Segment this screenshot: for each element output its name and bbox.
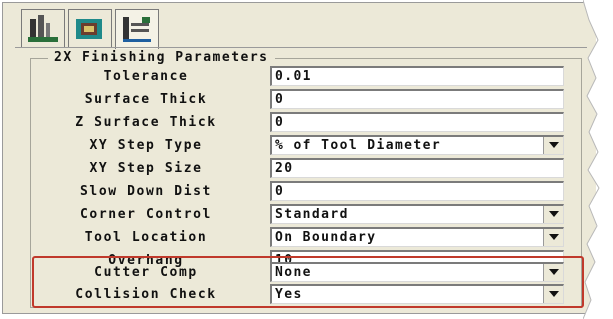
- xy-step-type-select[interactable]: % of Tool Diameter: [270, 135, 564, 155]
- torn-edge: [583, 0, 613, 319]
- param-row-tolerance: Tolerance 0.01: [30, 66, 582, 87]
- select-value: Standard: [275, 207, 349, 222]
- param-label: Slow Down Dist: [80, 184, 212, 199]
- cutter-comp-select[interactable]: None: [270, 262, 564, 282]
- param-row-corner-control: Corner Control Standard: [30, 204, 582, 225]
- dropdown-button[interactable]: [543, 229, 563, 246]
- select-value: Yes: [275, 287, 303, 302]
- xy-step-size-input[interactable]: 20: [270, 158, 564, 178]
- tab-tool[interactable]: [21, 9, 65, 47]
- tool-location-select[interactable]: On Boundary: [270, 227, 564, 247]
- dropdown-button[interactable]: [543, 206, 563, 223]
- select-value: On Boundary: [275, 230, 377, 245]
- param-row-collision-check: Collision Check Yes: [30, 284, 582, 305]
- group-title: 2X Finishing Parameters: [48, 50, 275, 65]
- tab-strip: [21, 9, 162, 49]
- param-row-tool-location: Tool Location On Boundary: [30, 227, 582, 248]
- param-row-xy-step-type: XY Step Type % of Tool Diameter: [30, 135, 582, 156]
- surface-thick-input[interactable]: 0: [270, 89, 564, 109]
- param-label: Surface Thick: [84, 92, 208, 107]
- tolerance-input[interactable]: 0.01: [270, 66, 564, 86]
- tab-part[interactable]: [68, 9, 112, 47]
- chevron-down-icon: [549, 142, 559, 148]
- dropdown-button[interactable]: [543, 137, 563, 154]
- select-value: None: [275, 265, 312, 280]
- slow-down-dist-input[interactable]: 0: [270, 181, 564, 201]
- chevron-down-icon: [549, 291, 559, 297]
- select-value: % of Tool Diameter: [275, 138, 442, 153]
- chevron-down-icon: [549, 269, 559, 275]
- param-label: Collision Check: [75, 287, 217, 302]
- tab-divider: [15, 47, 587, 48]
- param-row-slow-down-dist: Slow Down Dist 0: [30, 181, 582, 202]
- param-label: Cutter Comp: [94, 265, 198, 280]
- param-row-surface-thick: Surface Thick 0: [30, 89, 582, 110]
- mill-tool-icon: [28, 15, 58, 42]
- param-label: XY Step Type: [89, 138, 203, 153]
- z-surface-thick-input[interactable]: 0: [270, 112, 564, 132]
- tab-parameters[interactable]: [115, 9, 159, 49]
- chevron-down-icon: [549, 234, 559, 240]
- param-label: Tool Location: [84, 230, 208, 245]
- corner-control-select[interactable]: Standard: [270, 204, 564, 224]
- chevron-down-icon: [549, 211, 559, 217]
- param-row-cutter-comp: Cutter Comp None: [30, 262, 582, 283]
- dropdown-button[interactable]: [543, 264, 563, 281]
- param-label: XY Step Size: [89, 161, 203, 176]
- part-view-icon: [76, 19, 102, 39]
- collision-check-select[interactable]: Yes: [270, 284, 564, 304]
- parameters-icon: [123, 17, 151, 42]
- param-row-z-surface-thick: Z Surface Thick 0: [30, 112, 582, 133]
- param-label: Z Surface Thick: [75, 115, 217, 130]
- param-label: Tolerance: [103, 69, 189, 84]
- dropdown-button[interactable]: [543, 286, 563, 303]
- param-row-xy-step-size: XY Step Size 20: [30, 158, 582, 179]
- param-label: Corner Control: [80, 207, 212, 222]
